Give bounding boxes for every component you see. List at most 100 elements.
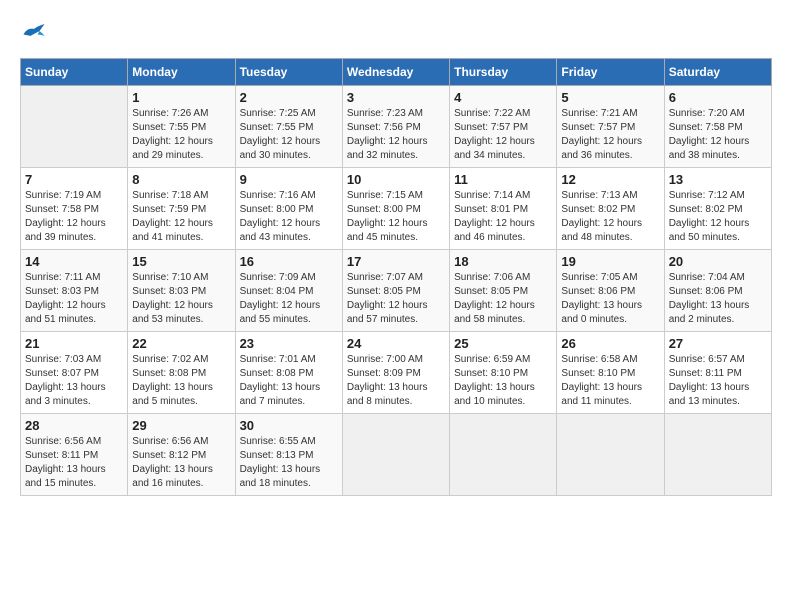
cell-info: Sunrise: 7:12 AMSunset: 8:02 PMDaylight:… — [669, 189, 767, 245]
header-wednesday: Wednesday — [342, 59, 449, 86]
cell-info: Sunrise: 7:07 AMSunset: 8:05 PMDaylight:… — [347, 271, 445, 327]
cell-info: Sunrise: 7:21 AMSunset: 7:57 PMDaylight:… — [561, 107, 659, 163]
calendar-cell: 23 Sunrise: 7:01 AMSunset: 8:08 PMDayligh… — [235, 332, 342, 414]
calendar-cell: 12 Sunrise: 7:13 AMSunset: 8:02 PMDayligh… — [557, 168, 664, 250]
calendar-cell: 29 Sunrise: 6:56 AMSunset: 8:12 PMDayligh… — [128, 414, 235, 496]
day-number: 20 — [669, 254, 767, 269]
day-number: 22 — [132, 336, 230, 351]
calendar-cell: 21 Sunrise: 7:03 AMSunset: 8:07 PMDayligh… — [21, 332, 128, 414]
header-monday: Monday — [128, 59, 235, 86]
calendar-cell — [664, 414, 771, 496]
day-number: 17 — [347, 254, 445, 269]
day-number: 23 — [240, 336, 338, 351]
calendar-cell: 8 Sunrise: 7:18 AMSunset: 7:59 PMDaylight… — [128, 168, 235, 250]
day-number: 5 — [561, 90, 659, 105]
cell-info: Sunrise: 7:10 AMSunset: 8:03 PMDaylight:… — [132, 271, 230, 327]
cell-info: Sunrise: 7:14 AMSunset: 8:01 PMDaylight:… — [454, 189, 552, 245]
calendar-cell: 26 Sunrise: 6:58 AMSunset: 8:10 PMDayligh… — [557, 332, 664, 414]
day-number: 8 — [132, 172, 230, 187]
day-number: 26 — [561, 336, 659, 351]
day-number: 3 — [347, 90, 445, 105]
calendar-cell: 9 Sunrise: 7:16 AMSunset: 8:00 PMDaylight… — [235, 168, 342, 250]
day-number: 15 — [132, 254, 230, 269]
cell-info: Sunrise: 7:09 AMSunset: 8:04 PMDaylight:… — [240, 271, 338, 327]
cell-info: Sunrise: 7:19 AMSunset: 7:58 PMDaylight:… — [25, 189, 123, 245]
cell-info: Sunrise: 7:01 AMSunset: 8:08 PMDaylight:… — [240, 353, 338, 409]
calendar-cell: 2 Sunrise: 7:25 AMSunset: 7:55 PMDaylight… — [235, 86, 342, 168]
calendar-cell: 10 Sunrise: 7:15 AMSunset: 8:00 PMDayligh… — [342, 168, 449, 250]
cell-info: Sunrise: 7:13 AMSunset: 8:02 PMDaylight:… — [561, 189, 659, 245]
calendar-cell: 14 Sunrise: 7:11 AMSunset: 8:03 PMDayligh… — [21, 250, 128, 332]
cell-info: Sunrise: 7:16 AMSunset: 8:00 PMDaylight:… — [240, 189, 338, 245]
cell-info: Sunrise: 7:03 AMSunset: 8:07 PMDaylight:… — [25, 353, 123, 409]
calendar-cell: 30 Sunrise: 6:55 AMSunset: 8:13 PMDayligh… — [235, 414, 342, 496]
cell-info: Sunrise: 6:56 AMSunset: 8:11 PMDaylight:… — [25, 435, 123, 491]
calendar-cell: 3 Sunrise: 7:23 AMSunset: 7:56 PMDaylight… — [342, 86, 449, 168]
page-header — [20, 20, 772, 42]
day-number: 11 — [454, 172, 552, 187]
day-number: 27 — [669, 336, 767, 351]
cell-info: Sunrise: 7:23 AMSunset: 7:56 PMDaylight:… — [347, 107, 445, 163]
calendar-cell: 7 Sunrise: 7:19 AMSunset: 7:58 PMDaylight… — [21, 168, 128, 250]
cell-info: Sunrise: 7:11 AMSunset: 8:03 PMDaylight:… — [25, 271, 123, 327]
cell-info: Sunrise: 6:59 AMSunset: 8:10 PMDaylight:… — [454, 353, 552, 409]
calendar-table: SundayMondayTuesdayWednesdayThursdayFrid… — [20, 58, 772, 496]
calendar-cell: 16Sunrise: 7:09 AMSunset: 8:04 PMDayligh… — [235, 250, 342, 332]
header-tuesday: Tuesday — [235, 59, 342, 86]
calendar-cell: 5 Sunrise: 7:21 AMSunset: 7:57 PMDaylight… — [557, 86, 664, 168]
calendar-cell: 4 Sunrise: 7:22 AMSunset: 7:57 PMDaylight… — [450, 86, 557, 168]
cell-info: Sunrise: 7:25 AMSunset: 7:55 PMDaylight:… — [240, 107, 338, 163]
day-number: 19 — [561, 254, 659, 269]
calendar-cell: 18Sunrise: 7:06 AMSunset: 8:05 PMDayligh… — [450, 250, 557, 332]
cell-info: Sunrise: 6:57 AMSunset: 8:11 PMDaylight:… — [669, 353, 767, 409]
calendar-header-row: SundayMondayTuesdayWednesdayThursdayFrid… — [21, 59, 772, 86]
cell-info: Sunrise: 7:02 AMSunset: 8:08 PMDaylight:… — [132, 353, 230, 409]
day-number: 4 — [454, 90, 552, 105]
logo — [20, 20, 52, 42]
cell-info: Sunrise: 7:20 AMSunset: 7:58 PMDaylight:… — [669, 107, 767, 163]
calendar-cell: 27 Sunrise: 6:57 AMSunset: 8:11 PMDayligh… — [664, 332, 771, 414]
day-number: 24 — [347, 336, 445, 351]
cell-info: Sunrise: 6:56 AMSunset: 8:12 PMDaylight:… — [132, 435, 230, 491]
calendar-week-row: 14 Sunrise: 7:11 AMSunset: 8:03 PMDayligh… — [21, 250, 772, 332]
day-number: 30 — [240, 418, 338, 433]
day-number: 7 — [25, 172, 123, 187]
cell-info: Sunrise: 7:15 AMSunset: 8:00 PMDaylight:… — [347, 189, 445, 245]
day-number: 13 — [669, 172, 767, 187]
calendar-cell — [557, 414, 664, 496]
calendar-cell: 15 Sunrise: 7:10 AMSunset: 8:03 PMDayligh… — [128, 250, 235, 332]
day-number: 12 — [561, 172, 659, 187]
calendar-cell — [342, 414, 449, 496]
day-number: 2 — [240, 90, 338, 105]
header-saturday: Saturday — [664, 59, 771, 86]
day-number: 6 — [669, 90, 767, 105]
cell-info: Sunrise: 6:58 AMSunset: 8:10 PMDaylight:… — [561, 353, 659, 409]
cell-info: Sunrise: 7:18 AMSunset: 7:59 PMDaylight:… — [132, 189, 230, 245]
header-sunday: Sunday — [21, 59, 128, 86]
calendar-cell: 20 Sunrise: 7:04 AMSunset: 8:06 PMDayligh… — [664, 250, 771, 332]
cell-info: Sunrise: 6:55 AMSunset: 8:13 PMDaylight:… — [240, 435, 338, 491]
cell-info: Sunrise: 7:26 AMSunset: 7:55 PMDaylight:… — [132, 107, 230, 163]
calendar-week-row: 7 Sunrise: 7:19 AMSunset: 7:58 PMDaylight… — [21, 168, 772, 250]
calendar-cell: 11 Sunrise: 7:14 AMSunset: 8:01 PMDayligh… — [450, 168, 557, 250]
day-number: 25 — [454, 336, 552, 351]
calendar-cell — [450, 414, 557, 496]
calendar-week-row: 21 Sunrise: 7:03 AMSunset: 8:07 PMDayligh… — [21, 332, 772, 414]
day-number: 1 — [132, 90, 230, 105]
calendar-cell: 19Sunrise: 7:05 AMSunset: 8:06 PMDayligh… — [557, 250, 664, 332]
day-number: 29 — [132, 418, 230, 433]
cell-info: Sunrise: 7:00 AMSunset: 8:09 PMDaylight:… — [347, 353, 445, 409]
header-thursday: Thursday — [450, 59, 557, 86]
calendar-cell: 28Sunrise: 6:56 AMSunset: 8:11 PMDayligh… — [21, 414, 128, 496]
cell-info: Sunrise: 7:04 AMSunset: 8:06 PMDaylight:… — [669, 271, 767, 327]
cell-info: Sunrise: 7:22 AMSunset: 7:57 PMDaylight:… — [454, 107, 552, 163]
calendar-cell: 13 Sunrise: 7:12 AMSunset: 8:02 PMDayligh… — [664, 168, 771, 250]
day-number: 14 — [25, 254, 123, 269]
day-number: 10 — [347, 172, 445, 187]
calendar-cell: 17 Sunrise: 7:07 AMSunset: 8:05 PMDayligh… — [342, 250, 449, 332]
day-number: 9 — [240, 172, 338, 187]
cell-info: Sunrise: 7:06 AMSunset: 8:05 PMDaylight:… — [454, 271, 552, 327]
calendar-cell: 24 Sunrise: 7:00 AMSunset: 8:09 PMDayligh… — [342, 332, 449, 414]
header-friday: Friday — [557, 59, 664, 86]
day-number: 21 — [25, 336, 123, 351]
